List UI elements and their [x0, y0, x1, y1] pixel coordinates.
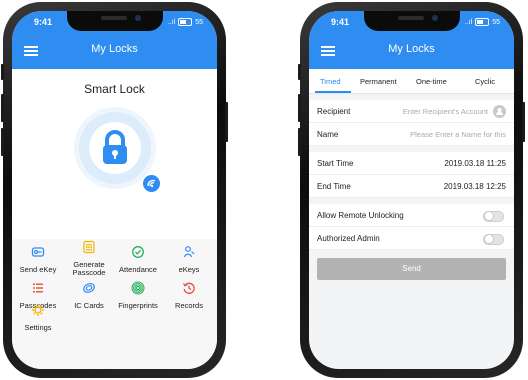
fingerprints-label: Fingerprints: [118, 301, 158, 310]
ic-cards-icon: [83, 283, 95, 293]
signal-icon: ..ıl: [464, 18, 473, 26]
records-button[interactable]: Records: [163, 281, 215, 310]
end-time-value[interactable]: 2019.03.18 12:25: [444, 182, 506, 191]
name-label: Name: [317, 130, 339, 139]
phone-right: 9:41 ..ıl 55 My Locks Timed Permanent On…: [298, 2, 525, 378]
active-tab-indicator: [315, 91, 351, 93]
fingerprints-icon: [131, 281, 145, 295]
battery-level: 55: [195, 18, 203, 26]
ic-cards-button[interactable]: IC Cards: [63, 281, 115, 310]
mute-switch: [298, 64, 301, 80]
attendance-icon: [132, 246, 144, 258]
ekey-type-tabs: Timed Permanent One-time Cyclic: [309, 69, 514, 94]
battery-level: 55: [492, 18, 500, 26]
volume-up-button: [1, 94, 4, 122]
status-indicators: ..ıl 55: [465, 18, 500, 26]
send-ekey-icon: [31, 247, 45, 257]
send-ekey-button[interactable]: Send eKey: [12, 245, 64, 274]
signal-icon: ..ıl: [167, 18, 176, 26]
unlock-button[interactable]: [78, 112, 151, 184]
attendance-button[interactable]: Attendance: [112, 245, 164, 274]
time-section: Start Time 2019.03.18 11:25 End Time 201…: [309, 152, 514, 198]
recipient-label: Recipient: [317, 107, 351, 116]
remote-unlocking-toggle[interactable]: [483, 211, 504, 222]
tab-timed[interactable]: Timed: [320, 77, 341, 86]
lock-name: Smart Lock: [84, 82, 145, 96]
ekeys-button[interactable]: eKeys: [163, 245, 215, 274]
volume-down-button: [1, 128, 4, 156]
notch: [363, 11, 460, 31]
tab-permanent[interactable]: Permanent: [360, 77, 397, 86]
end-time-label: End Time: [317, 182, 351, 191]
name-row: Name Please Enter a Name for this: [309, 123, 514, 146]
records-icon: [182, 282, 195, 294]
padlock-icon: [102, 130, 127, 164]
recipient-section: Recipient Enter Recipient's Account Name…: [309, 100, 514, 146]
start-time-value[interactable]: 2019.03.18 11:25: [444, 159, 506, 168]
page-title: My Locks: [388, 43, 435, 55]
power-button: [225, 102, 228, 142]
power-button: [522, 102, 525, 142]
recipient-input[interactable]: Enter Recipient's Account: [403, 107, 488, 116]
ic-cards-label: IC Cards: [74, 301, 104, 310]
mute-switch: [1, 64, 4, 80]
phone-left: 9:41 ..ıl 55 My Locks Smart Lock Send eK…: [1, 2, 228, 378]
recipient-row: Recipient Enter Recipient's Account: [309, 100, 514, 123]
status-indicators: ..ıl 55: [168, 18, 203, 26]
remote-signal-icon[interactable]: [143, 175, 160, 192]
volume-down-button: [298, 128, 301, 156]
screen-send-ekey: 9:41 ..ıl 55 My Locks Timed Permanent On…: [309, 11, 514, 369]
send-ekey-label: Send eKey: [19, 265, 57, 274]
settings-icon: [32, 304, 44, 316]
records-label: Records: [175, 301, 203, 310]
fingerprints-button[interactable]: Fingerprints: [112, 281, 164, 310]
attendance-label: Attendance: [119, 265, 157, 274]
start-time-label: Start Time: [317, 159, 354, 168]
start-time-row[interactable]: Start Time 2019.03.18 11:25: [309, 152, 514, 175]
page-title: My Locks: [91, 43, 138, 55]
generate-passcode-label: Generate Passcode: [72, 260, 106, 277]
generate-passcode-icon: [83, 240, 95, 254]
settings-label: Settings: [24, 323, 52, 332]
ekeys-label: eKeys: [178, 265, 200, 274]
tab-one-time[interactable]: One-time: [416, 77, 447, 86]
feature-grid: Send eKey Generate Passcode Attendance e…: [12, 239, 217, 369]
notch: [66, 11, 163, 31]
authorized-admin-toggle[interactable]: [483, 234, 504, 245]
end-time-row[interactable]: End Time 2019.03.18 12:25: [309, 175, 514, 198]
status-time: 9:41: [331, 17, 350, 27]
battery-icon: [475, 18, 490, 26]
battery-icon: [178, 18, 193, 26]
ekeys-icon: [183, 246, 195, 258]
status-time: 9:41: [34, 17, 53, 27]
authorized-admin-label: Authorized Admin: [317, 234, 380, 243]
name-input[interactable]: Please Enter a Name for this: [410, 130, 506, 139]
settings-button[interactable]: Settings: [12, 303, 64, 332]
generate-passcode-button[interactable]: Generate Passcode: [63, 240, 115, 277]
volume-up-button: [298, 94, 301, 122]
passcodes-icon: [33, 283, 43, 293]
remote-unlocking-row: Allow Remote Unlocking: [309, 204, 514, 227]
send-button[interactable]: Send: [317, 258, 506, 280]
contacts-icon[interactable]: [493, 105, 506, 118]
remote-unlocking-label: Allow Remote Unlocking: [317, 211, 404, 220]
permissions-section: Allow Remote Unlocking Authorized Admin: [309, 204, 514, 250]
screen-lock-detail: 9:41 ..ıl 55 My Locks Smart Lock Send eK…: [12, 11, 217, 369]
tab-cyclic[interactable]: Cyclic: [475, 77, 495, 86]
authorized-admin-row: Authorized Admin: [309, 227, 514, 250]
lock-panel: Smart Lock: [12, 69, 217, 239]
